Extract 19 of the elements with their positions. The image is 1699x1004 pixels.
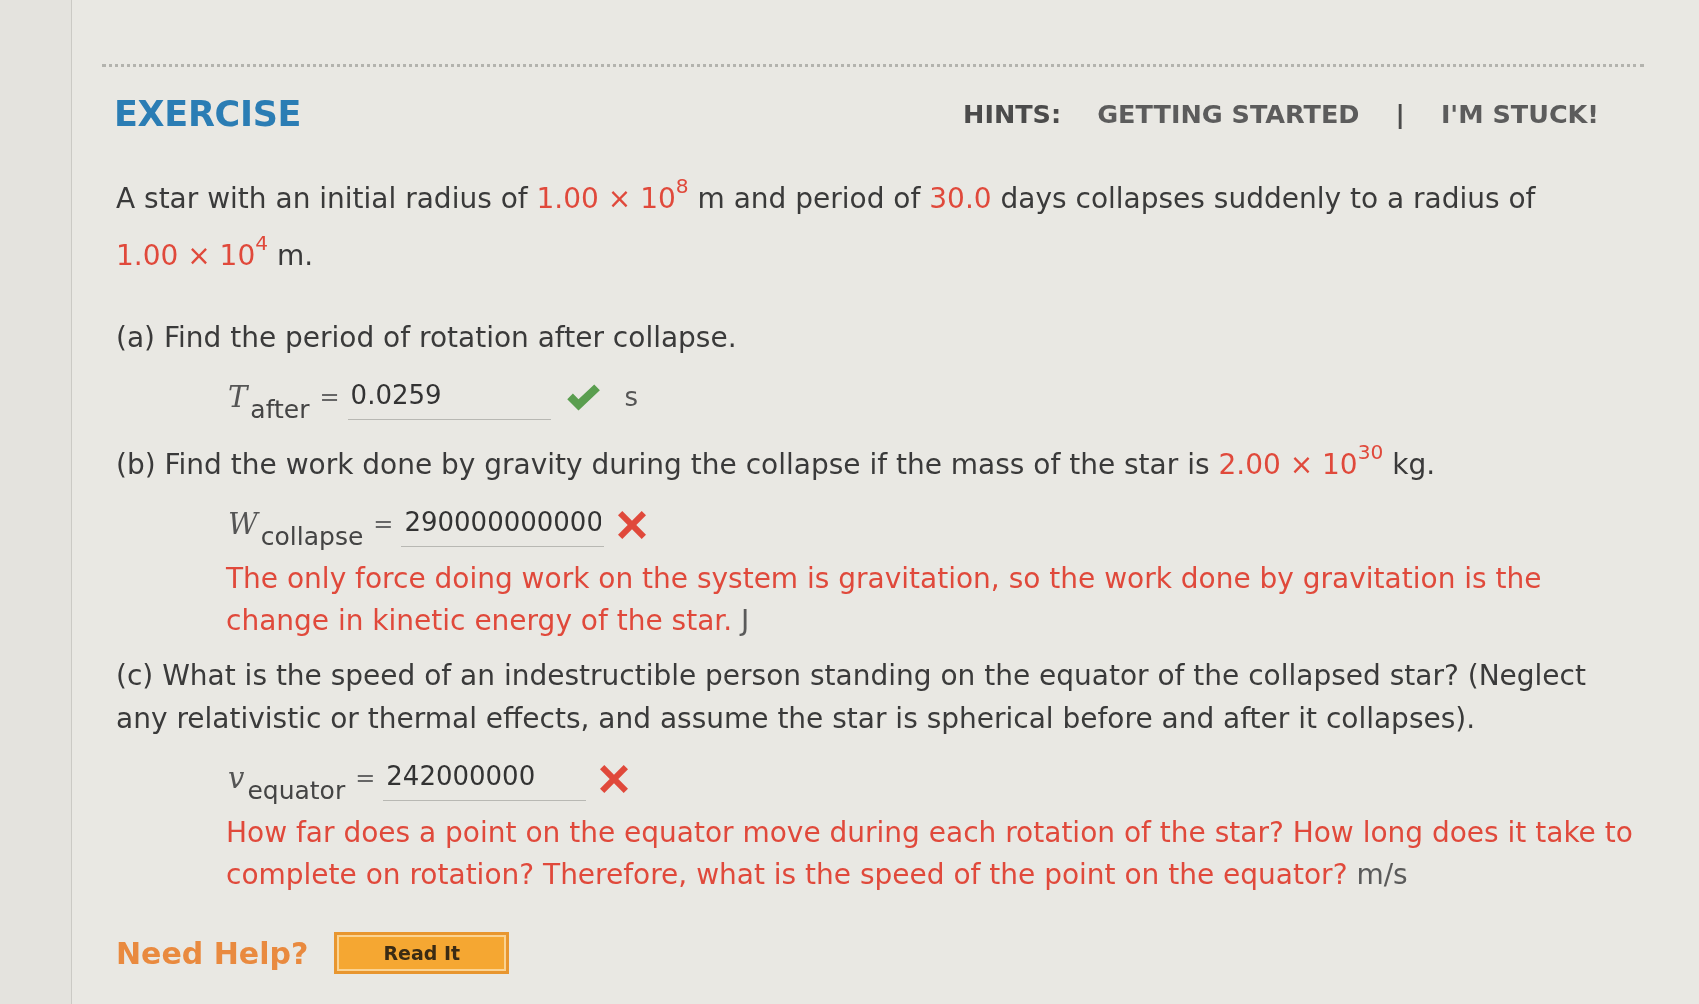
question-text: (b) Find the work done by gravity during the collapse if the mass of the star is 2.00 × 10$^{30}$ kg. bbox=[116, 443, 1437, 483]
answer-field[interactable]: 290000000000 bbox=[401, 505, 605, 547]
equals-sign: = bbox=[355, 763, 376, 794]
feedback-text: How far does a point on the equator move during each rotation of the star? How long does it take to complete on rotation? Therefore, what is the speed of the point on the equator? m/s bbox=[226, 815, 1634, 893]
hint-link[interactable]: GETTING STARTED bbox=[1097, 99, 1360, 129]
equals-sign: = bbox=[319, 382, 340, 413]
problem-text: A star with an initial radius of 1.00 × 10$^{8}$ m and period of 30.0 days collapses suddenly to a radius of 1.00 × 10$^{4}$ m. bbox=[116, 172, 1537, 274]
question-text: (c) What is the speed of an indestructible person standing on the equator of the collapsed star? (Neglect any relativistic or thermal effects, and assume the star is spherical before and after it collapses). bbox=[116, 658, 1587, 737]
answer-field[interactable]: 242000000 bbox=[383, 759, 587, 801]
need-help-label: Need Help? bbox=[116, 935, 309, 971]
exercise-title: EXERCISE bbox=[114, 94, 302, 134]
feedback-text: The only force doing work on the system is gravitation, so the work done by gravitation is the change in kinetic energy of the star. J bbox=[226, 561, 1543, 639]
answer-field[interactable]: 0.0259 bbox=[347, 378, 551, 420]
hint-link[interactable]: I'M STUCK! bbox=[1440, 99, 1599, 129]
equals-sign: = bbox=[373, 509, 394, 540]
unit-label: s bbox=[624, 381, 639, 414]
separator: | bbox=[1395, 99, 1405, 129]
hints-label: HINTS: bbox=[963, 99, 1062, 129]
question-text: (a) Find the period of rotation after collapse. bbox=[116, 320, 738, 356]
